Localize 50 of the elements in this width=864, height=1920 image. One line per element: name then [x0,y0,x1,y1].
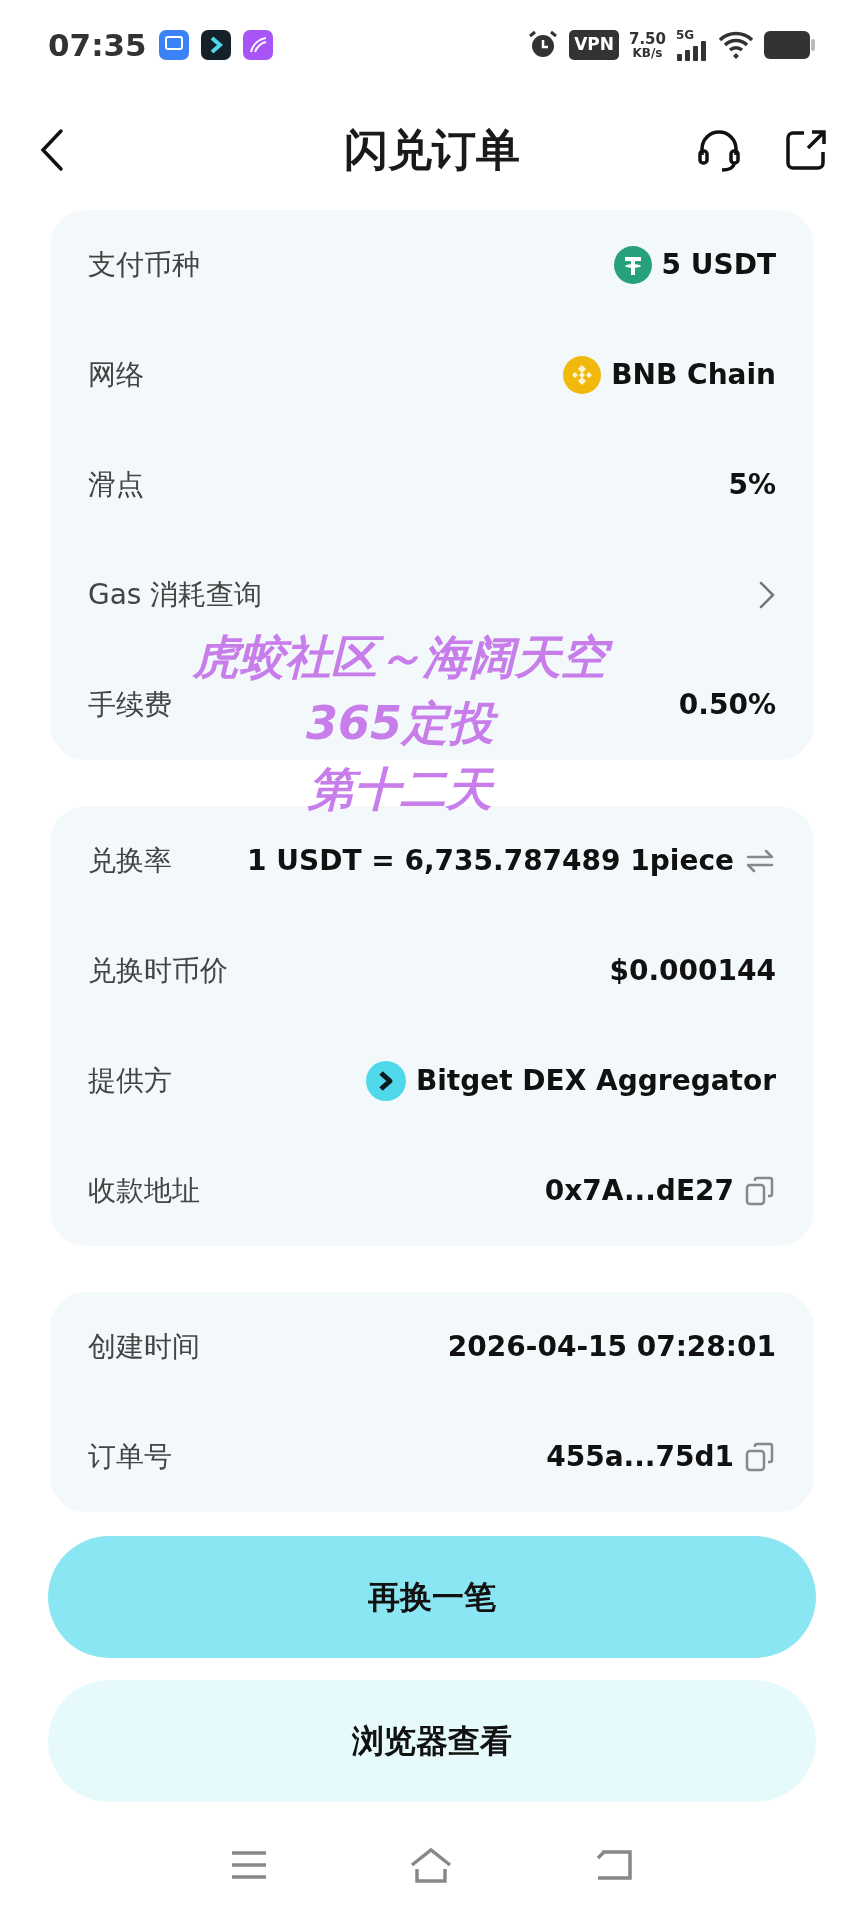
network-speed: 7.50 [629,31,666,47]
network-type: 5G [676,29,696,41]
row-label: 网络 [88,357,144,393]
row-label: Gas 消耗查询 [88,577,263,613]
signal-icon [676,41,708,61]
chevron-right-icon[interactable] [758,580,776,610]
vpn-indicator: VPN [569,30,619,60]
app-notification-icon [242,30,273,60]
tether-coin-icon [613,246,652,284]
home-icon[interactable] [409,1847,453,1883]
row-label: 支付币种 [88,247,200,283]
exchange-again-button[interactable]: 再换一笔 [48,1536,816,1658]
row-value: Bitget DEX Aggregator [415,1063,776,1099]
headset-icon[interactable] [696,127,742,173]
overlay-caption: 第十二天 [294,756,506,822]
app-notification-icon [158,30,189,60]
copy-icon[interactable] [744,1441,776,1473]
row-label: 订单号 [88,1439,172,1475]
back-icon[interactable] [40,128,64,172]
overlay-caption: 虎蛟社区～海阔天空 [179,624,621,690]
row-label: 手续费 [88,687,172,723]
row-value: $0.000144 [609,953,776,989]
provider-logo-icon [365,1061,406,1101]
swap-icon[interactable] [744,847,776,875]
battery-icon [764,30,816,60]
row-value: 455a...75d1 [546,1439,734,1475]
copy-icon[interactable] [744,1175,776,1207]
row-label: 提供方 [88,1063,172,1099]
row-label: 兑换率 [88,843,172,879]
row-value: 0.50% [678,687,776,723]
row-label: 滑点 [88,467,144,503]
overlay-caption: 365定投 [292,690,508,756]
app-notification-icon [200,30,231,60]
row-value: 5% [728,467,776,503]
speed-unit: KB/s [632,46,663,59]
row-label: 创建时间 [88,1329,200,1365]
page-title: 闪兑订单 [344,123,520,177]
menu-icon[interactable] [230,1850,269,1880]
row-value: 5 USDT [661,247,776,283]
wifi-icon [718,30,754,60]
share-icon[interactable] [784,128,828,172]
row-label: 兑换时币价 [88,953,228,989]
status-time: 07:35 [48,25,147,65]
view-in-browser-button[interactable]: 浏览器查看 [48,1680,816,1802]
row-value: BNB Chain [611,357,776,393]
row-label: 收款地址 [88,1173,200,1209]
bnb-coin-icon [563,356,602,394]
row-value: 2026-04-15 07:28:01 [447,1329,776,1365]
row-value: 0x7A...dE27 [544,1173,734,1209]
row-value: 1 USDT = 6,735.787489 1piece [247,843,734,879]
